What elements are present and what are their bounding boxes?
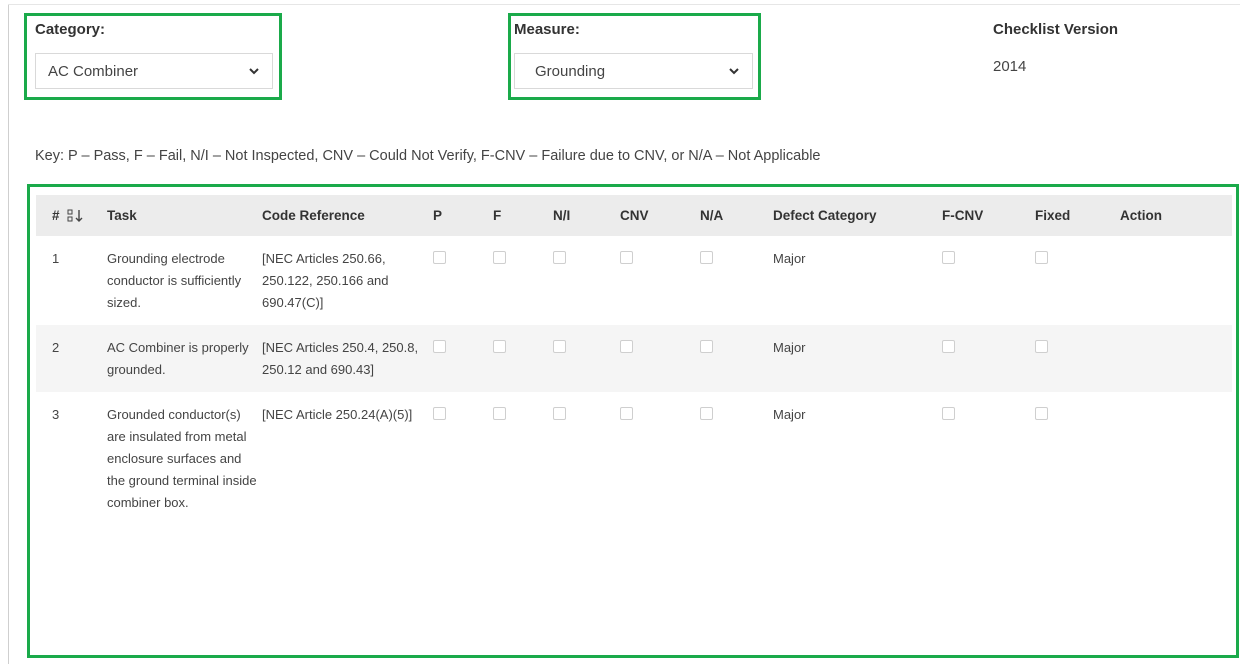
- table-row: 2 AC Combiner is properly grounded. [NEC…: [36, 325, 1232, 392]
- fixed-checkbox[interactable]: [1035, 407, 1048, 420]
- row-task: Grounded conductor(s) are insulated from…: [107, 407, 257, 510]
- could-not-verify-checkbox[interactable]: [620, 407, 633, 420]
- column-header-f[interactable]: F: [493, 195, 553, 236]
- row-task: AC Combiner is properly grounded.: [107, 340, 249, 377]
- status-key-legend: Key: P – Pass, F – Fail, N/I – Not Inspe…: [35, 148, 821, 164]
- measure-select[interactable]: Grounding: [514, 53, 753, 89]
- fixed-checkbox[interactable]: [1035, 340, 1048, 353]
- measure-label: Measure:: [514, 21, 580, 38]
- left-border: [8, 4, 9, 664]
- row-defect-category: Major: [773, 340, 806, 355]
- category-select-value: AC Combiner: [48, 62, 139, 80]
- table-row: 1 Grounding electrode conductor is suffi…: [36, 236, 1232, 325]
- f-cnv-checkbox[interactable]: [942, 340, 955, 353]
- not-inspected-checkbox[interactable]: [553, 407, 566, 420]
- column-header-code-reference[interactable]: Code Reference: [262, 195, 433, 236]
- checklist-version-value: 2014: [993, 58, 1027, 75]
- column-header-cnv[interactable]: CNV: [620, 195, 700, 236]
- could-not-verify-checkbox[interactable]: [620, 340, 633, 353]
- could-not-verify-checkbox[interactable]: [620, 251, 633, 264]
- category-label: Category:: [35, 21, 106, 38]
- row-code-reference: [NEC Articles 250.66, 250.122, 250.166 a…: [262, 251, 389, 310]
- column-header-defect-category[interactable]: Defect Category: [773, 195, 942, 236]
- measure-select-value: Grounding: [535, 62, 606, 80]
- chevron-down-icon: [249, 68, 259, 75]
- f-cnv-checkbox[interactable]: [942, 251, 955, 264]
- chevron-down-icon: [729, 68, 739, 75]
- pass-checkbox[interactable]: [433, 340, 446, 353]
- column-header-ni[interactable]: N/I: [553, 195, 620, 236]
- column-header-number-label: #: [52, 207, 60, 223]
- not-applicable-checkbox[interactable]: [700, 407, 713, 420]
- column-header-task[interactable]: Task: [107, 195, 262, 236]
- column-header-na[interactable]: N/A: [700, 195, 773, 236]
- not-applicable-checkbox[interactable]: [700, 340, 713, 353]
- column-header-action[interactable]: Action: [1120, 195, 1232, 236]
- not-inspected-checkbox[interactable]: [553, 340, 566, 353]
- f-cnv-checkbox[interactable]: [942, 407, 955, 420]
- not-applicable-checkbox[interactable]: [700, 251, 713, 264]
- fixed-checkbox[interactable]: [1035, 251, 1048, 264]
- row-code-reference: [NEC Article 250.24(A)(5)]: [262, 407, 413, 422]
- top-border: [8, 4, 1240, 5]
- table-header-row: # Task Code Reference P F N/I CNV N/A De…: [36, 195, 1232, 236]
- row-number: 1: [52, 251, 60, 266]
- row-number: 3: [52, 407, 60, 422]
- column-header-number[interactable]: #: [36, 195, 107, 236]
- pass-checkbox[interactable]: [433, 251, 446, 264]
- checklist-version-label: Checklist Version: [993, 21, 1119, 38]
- row-task: Grounding electrode conductor is suffici…: [107, 251, 242, 310]
- inspection-checklist-page: Category: AC Combiner Measure: Grounding…: [0, 0, 1240, 664]
- column-header-f-cnv[interactable]: F-CNV: [942, 195, 1035, 236]
- column-header-p[interactable]: P: [433, 195, 493, 236]
- fail-checkbox[interactable]: [493, 251, 506, 264]
- row-action: [1120, 325, 1232, 392]
- pass-checkbox[interactable]: [433, 407, 446, 420]
- sort-icon[interactable]: [67, 209, 85, 223]
- row-action: [1120, 392, 1232, 525]
- not-inspected-checkbox[interactable]: [553, 251, 566, 264]
- row-action: [1120, 236, 1232, 325]
- row-code-reference: [NEC Articles 250.4, 250.8, 250.12 and 6…: [262, 340, 419, 377]
- checklist-table: # Task Code Reference P F N/I CNV N/A De…: [36, 195, 1232, 525]
- row-defect-category: Major: [773, 251, 806, 266]
- table-row: 3 Grounded conductor(s) are insulated fr…: [36, 392, 1232, 525]
- fail-checkbox[interactable]: [493, 407, 506, 420]
- row-number: 2: [52, 340, 60, 355]
- column-header-fixed[interactable]: Fixed: [1035, 195, 1120, 236]
- fail-checkbox[interactable]: [493, 340, 506, 353]
- category-select[interactable]: AC Combiner: [35, 53, 273, 89]
- row-defect-category: Major: [773, 407, 806, 422]
